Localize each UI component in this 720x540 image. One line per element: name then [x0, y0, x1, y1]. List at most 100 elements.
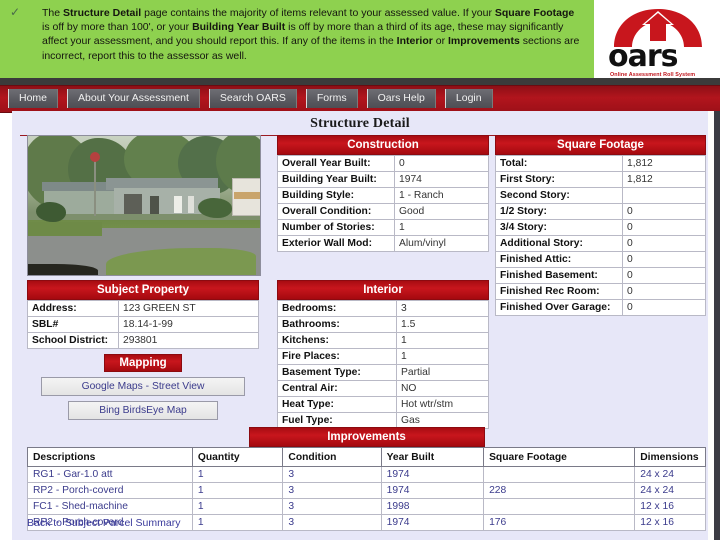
square-footage-table: Total: 1,812 First Story: 1,812 Second Story…: [495, 155, 706, 316]
nav-item-about-your-assessment[interactable]: About Your Assessment: [67, 89, 200, 108]
improvements-cell: 1: [191, 498, 284, 515]
square-footage-value: 0: [622, 267, 706, 284]
improvements-cell: 24 x 24: [634, 482, 706, 499]
square-footage-header: Square Footage: [495, 135, 706, 155]
nav-item-label: Oars Help: [377, 92, 425, 104]
subject-property-row: Address: 123 GREEN ST: [27, 300, 259, 317]
page-right-edge: [714, 111, 720, 540]
table-row: RG1 - Gar-1.0 att 1 3 1974 24 x 24: [27, 466, 706, 483]
construction-row: Overall Condition: Good: [277, 203, 489, 220]
square-footage-section: Square Footage Total: 1,812 First Story: 1,…: [495, 135, 706, 316]
square-footage-row: Second Story:: [495, 187, 706, 204]
nav-item-forms[interactable]: Forms: [305, 89, 358, 108]
info-banner: ✓ The Structure Detail page contains the…: [0, 0, 594, 78]
nav-item-oars-help[interactable]: Oars Help: [366, 89, 436, 108]
interior-row: Kitchens: 1: [277, 332, 489, 349]
construction-label: Number of Stories:: [277, 219, 395, 236]
improvements-cell: 3: [282, 466, 382, 483]
nav-item-search-oars[interactable]: Search OARS: [208, 89, 297, 108]
interior-label: Basement Type:: [277, 364, 397, 381]
square-footage-value: 0: [622, 251, 706, 268]
interior-value: NO: [396, 380, 489, 397]
subject-property-value: 293801: [118, 332, 259, 349]
improvements-cell: 3: [282, 514, 382, 531]
square-footage-value: [622, 187, 706, 204]
improvements-column-header: Dimensions: [634, 447, 706, 467]
improvements-cell: 1998: [380, 498, 485, 515]
construction-row: Building Year Built: 1974: [277, 171, 489, 188]
square-footage-label: First Story:: [495, 171, 623, 188]
bing-birdseye-map-button[interactable]: Bing BirdsEye Map: [68, 401, 218, 420]
square-footage-value: 0: [622, 283, 706, 300]
subject-property-label: Address:: [27, 300, 119, 317]
interior-section: Interior Bedrooms: 3 Bathrooms: 1.5 Kitchens…: [277, 280, 489, 429]
square-footage-row: 3/4 Story: 0: [495, 219, 706, 236]
improvements-column-header: Descriptions: [27, 447, 193, 467]
square-footage-label: Finished Over Garage:: [495, 299, 623, 316]
square-footage-row: Finished Over Garage: 0: [495, 299, 706, 316]
square-footage-label: 1/2 Story:: [495, 203, 623, 220]
construction-value: 0: [394, 155, 489, 172]
square-footage-label: Finished Basement:: [495, 267, 623, 284]
interior-value: 1.5: [396, 316, 489, 333]
nav-item-label: Login: [455, 92, 482, 104]
square-footage-label: 3/4 Story:: [495, 219, 623, 236]
improvements-cell: 12 x 16: [634, 514, 706, 531]
interior-value: 1: [396, 348, 489, 365]
square-footage-label: Total:: [495, 155, 623, 172]
square-footage-row: Total: 1,812: [495, 155, 706, 172]
improvements-cell: 1: [191, 514, 284, 531]
interior-table: Bedrooms: 3 Bathrooms: 1.5 Kitchens: 1 Fire Pl…: [277, 300, 489, 429]
back-to-subject-parcel-summary-link[interactable]: Back to Subject Parcel Summary: [27, 517, 180, 529]
interior-label: Bathrooms:: [277, 316, 397, 333]
interior-row: Bathrooms: 1.5: [277, 316, 489, 333]
subject-property-table: Address: 123 GREEN ST SBL# 18.14-1-99 School…: [27, 300, 259, 349]
improvements-cell: FC1 - Shed-machine: [27, 498, 193, 515]
construction-label: Overall Condition:: [277, 203, 395, 220]
interior-header: Interior: [277, 280, 489, 300]
improvements-column-header: Year Built: [380, 447, 485, 467]
improvements-cell: RG1 - Gar-1.0 att: [27, 466, 193, 483]
nav-item-label: Home: [19, 92, 48, 104]
nav-item-login[interactable]: Login: [444, 89, 493, 108]
table-row: RP2 - Porch-coverd 1 3 1974 228 24 x 24: [27, 482, 706, 499]
property-photo: [27, 135, 261, 276]
interior-label: Heat Type:: [277, 396, 397, 413]
construction-value: Good: [394, 203, 489, 220]
construction-row: Exterior Wall Mod: Alum/vinyl: [277, 235, 489, 252]
checkmark-icon: ✓: [10, 5, 21, 19]
interior-label: Bedrooms:: [277, 300, 397, 317]
interior-label: Fire Places:: [277, 348, 397, 365]
improvements-cell: 3: [282, 482, 382, 499]
info-banner-text: The Structure Detail page contains the m…: [42, 7, 580, 62]
construction-label: Overall Year Built:: [277, 155, 395, 172]
interior-row: Fire Places: 1: [277, 348, 489, 365]
square-footage-row: First Story: 1,812: [495, 171, 706, 188]
table-row: FC1 - Shed-machine 1 3 1998 12 x 16: [27, 498, 706, 515]
interior-value: Partial: [396, 364, 489, 381]
nav-items: Home About Your Assessment Search OARS Form…: [0, 86, 720, 112]
nav-item-home[interactable]: Home: [8, 89, 59, 108]
oars-logo: oars Online Assessment Roll System: [594, 0, 720, 82]
logo-wordmark: oars: [608, 39, 679, 74]
interior-value: Hot wtr/stm: [396, 396, 489, 413]
google-maps-street-view-button[interactable]: Google Maps - Street View: [41, 377, 245, 396]
interior-row: Central Air: NO: [277, 380, 489, 397]
nav-item-label: Search OARS: [219, 92, 286, 104]
construction-value: 1974: [394, 171, 489, 188]
improvements-cell: 1974: [380, 466, 485, 483]
construction-value: 1 - Ranch: [394, 187, 489, 204]
subject-property-section: Subject Property Address: 123 GREEN ST SBL…: [27, 280, 259, 349]
square-footage-value: 0: [622, 203, 706, 220]
subject-property-label: School District:: [27, 332, 119, 349]
subject-property-row: SBL# 18.14-1-99: [27, 316, 259, 333]
improvements-cell: RP2 - Porch-coverd: [27, 482, 193, 499]
interior-value: 3: [396, 300, 489, 317]
improvements-cell: [483, 498, 636, 515]
interior-label: Kitchens:: [277, 332, 397, 349]
improvements-cell: 24 x 24: [634, 466, 706, 483]
main-nav: Home About Your Assessment Search OARS Form…: [0, 85, 720, 113]
square-footage-value: 0: [622, 299, 706, 316]
improvements-section: Improvements Descriptions Quantity Conditi…: [27, 427, 706, 531]
improvements-cell: 1: [191, 466, 284, 483]
